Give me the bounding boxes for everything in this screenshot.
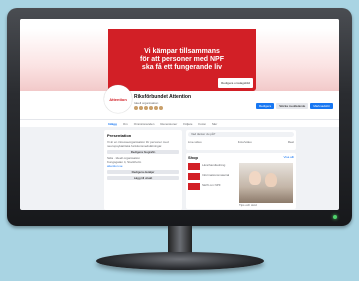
add-featured-button[interactable]: Lägg till utvalt xyxy=(107,176,179,180)
tab-mentions[interactable]: Omnämnanden xyxy=(134,122,155,126)
post-composer: Vad tänker du på? Live-video Foto/video … xyxy=(186,130,296,150)
avatar[interactable]: Attention xyxy=(104,85,132,113)
product-thumbnail xyxy=(188,173,200,180)
intro-text: Vi är en intresseorganisation för person… xyxy=(107,140,169,148)
edit-details-button[interactable]: Redigera detaljer xyxy=(107,170,179,174)
edit-cover-button[interactable]: Redigera omslagsbild xyxy=(218,78,253,88)
header-actions: Redigera Skicka meddelande Marknadsför xyxy=(255,103,333,109)
tab-posts[interactable]: Inlägg xyxy=(108,122,117,126)
shop-item[interactable]: Lärarhandledning xyxy=(188,163,236,170)
composer-input[interactable]: Vad tänker du på? xyxy=(188,132,294,137)
featured-product[interactable]: Tips och stöd xyxy=(239,163,293,207)
shop-item[interactable]: Skrift om NPF xyxy=(188,183,236,190)
product-thumbnail xyxy=(188,183,200,190)
shop-grid: Lärarhandledning Informationsmaterial Sk… xyxy=(188,163,294,207)
power-led-icon xyxy=(333,215,337,219)
cover-photo: Vi kämpar tillsammans för att personer m… xyxy=(20,29,339,91)
product-name: Skrift om NPF xyxy=(202,183,221,187)
cover-line-2: för att personer med NPF xyxy=(139,56,224,63)
edit-bio-button[interactable]: Redigera biografin xyxy=(107,150,179,154)
website-link[interactable]: attention.se xyxy=(107,164,179,168)
live-video-button[interactable]: Live-video xyxy=(188,140,202,144)
shop-item[interactable]: Informationsmaterial xyxy=(188,173,236,180)
shop-list: Lärarhandledning Informationsmaterial Sk… xyxy=(188,163,236,207)
logo-text: Attention xyxy=(109,96,127,102)
screen: Vi kämpar tillsammans för att personer m… xyxy=(20,19,339,210)
reel-button[interactable]: Reel xyxy=(288,140,294,144)
follower-avatar xyxy=(134,106,138,110)
shop-header: Shop Visa allt xyxy=(188,155,294,160)
page-tabs: Inlägg Om Omnämnanden Recensioner Följar… xyxy=(20,119,339,127)
intro-card: Presentation Vi är en intresseorganisati… xyxy=(104,130,182,210)
tab-about[interactable]: Om xyxy=(123,122,128,126)
edit-button[interactable]: Redigera xyxy=(255,103,275,109)
product-thumbnail xyxy=(188,163,200,170)
see-all-link[interactable]: Visa allt xyxy=(284,155,294,160)
tab-photos[interactable]: Foton xyxy=(198,122,206,126)
follower-avatar xyxy=(144,106,148,110)
message-button[interactable]: Skicka meddelande xyxy=(276,103,309,109)
intro-title: Presentation xyxy=(107,133,132,138)
product-caption: Tips och stöd xyxy=(239,203,257,207)
follower-avatar xyxy=(149,106,153,110)
composer-actions: Live-video Foto/video Reel xyxy=(188,140,294,144)
follower-avatar xyxy=(139,106,143,110)
tab-more[interactable]: Mer xyxy=(212,122,217,126)
cover-line-1: Vi kämpar tillsammans xyxy=(144,48,220,55)
profile-header: Attention Riksförbundet Attention Ideell… xyxy=(20,85,339,119)
monitor-stand xyxy=(96,252,264,270)
cover-line-3: ska få ett fungerande liv xyxy=(141,64,223,71)
shop-title: Shop xyxy=(188,155,198,160)
monitor-frame: Vi kämpar tillsammans för att personer m… xyxy=(7,8,352,226)
main-feed: Vad tänker du på? Live-video Foto/video … xyxy=(186,130,296,210)
tab-followers[interactable]: Följare xyxy=(183,122,192,126)
promote-button[interactable]: Marknadsför xyxy=(310,103,333,109)
product-name: Informationsmaterial xyxy=(202,173,230,177)
tab-reviews[interactable]: Recensioner xyxy=(160,122,177,126)
follower-avatar xyxy=(154,106,158,110)
page-title: Riksförbundet Attention xyxy=(134,94,192,100)
page-category: Ideell organisation xyxy=(134,101,159,105)
follower-avatar xyxy=(159,106,163,110)
follower-avatars xyxy=(134,106,163,110)
product-photo xyxy=(239,163,293,203)
cover-banner: Vi kämpar tillsammans för att personer m… xyxy=(108,29,256,91)
photo-video-button[interactable]: Foto/video xyxy=(238,140,252,144)
shop-card: Shop Visa allt Lärarhandledning Informat… xyxy=(186,153,296,209)
product-name: Lärarhandledning xyxy=(202,163,226,167)
